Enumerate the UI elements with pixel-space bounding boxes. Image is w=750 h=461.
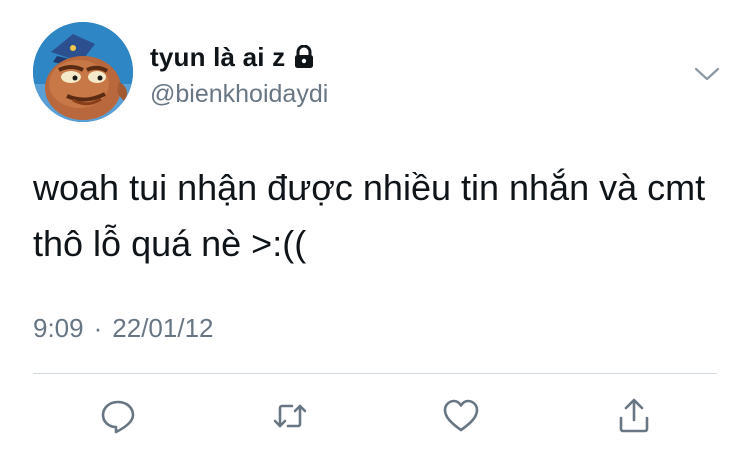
share-icon (619, 398, 649, 433)
user-handle[interactable]: @bienkhoidaydi (150, 80, 328, 109)
like-icon (443, 399, 479, 432)
avatar[interactable] (33, 22, 133, 122)
display-name[interactable]: tyun là ai z (150, 42, 285, 73)
reply-icon (101, 400, 135, 434)
divider (33, 373, 717, 374)
chevron-down-icon[interactable] (692, 60, 722, 88)
tweet-text: woah tui nhận được nhiều tin nhắn và cmt… (33, 167, 706, 264)
cartoon-fish-avatar (33, 22, 133, 122)
name-row: tyun là ai z (150, 42, 315, 72)
like-button[interactable] (437, 392, 485, 440)
reply-button[interactable] (94, 392, 142, 440)
retweet-icon (273, 404, 307, 428)
meta-separator: · (93, 313, 103, 343)
lock-icon (293, 44, 315, 69)
tweet-time: 9:09 (33, 313, 84, 343)
retweet-button[interactable] (266, 392, 314, 440)
tweet-actions (0, 392, 750, 440)
tweet-timestamp[interactable]: 9:09 · 22/01/12 (33, 313, 214, 344)
share-button[interactable] (610, 392, 658, 440)
tweet-date: 22/01/12 (112, 313, 214, 343)
